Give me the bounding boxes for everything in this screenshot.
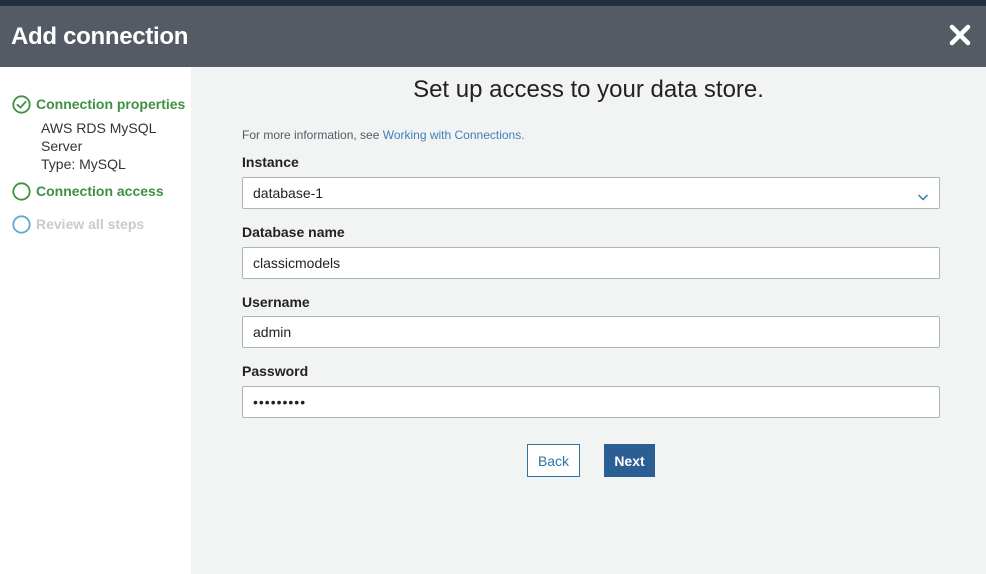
- step-details: AWS RDS MySQL Server Type: MySQL: [41, 119, 181, 173]
- steps-sidebar: Connection properties AWS RDS MySQL Serv…: [0, 67, 191, 574]
- info-prefix: For more information, see: [242, 128, 383, 142]
- circle-icon: [12, 215, 31, 234]
- page-title: Set up access to your data store.: [413, 76, 764, 103]
- working-with-connections-link[interactable]: Working with Connections.: [383, 128, 525, 142]
- step-detail-line: AWS RDS MySQL Server: [41, 120, 156, 154]
- step-label: Review all steps: [36, 216, 145, 232]
- step-label: Connection properties: [36, 96, 186, 112]
- database-name-value: classicmodels: [253, 255, 341, 271]
- next-button[interactable]: Next: [604, 444, 655, 477]
- step-review-all-steps[interactable]: Review all steps: [12, 215, 144, 234]
- close-icon[interactable]: [948, 23, 972, 47]
- password-value: •••••••••: [253, 394, 307, 410]
- username-label: Username: [242, 294, 310, 310]
- info-text: For more information, see Working with C…: [242, 128, 525, 142]
- username-input[interactable]: admin: [242, 316, 940, 348]
- instance-label: Instance: [242, 154, 299, 170]
- back-button[interactable]: Back: [527, 444, 580, 477]
- circle-icon: [12, 182, 31, 201]
- database-name-input[interactable]: classicmodels: [242, 247, 940, 279]
- chevron-down-icon: [917, 189, 929, 201]
- step-connection-access[interactable]: Connection access: [12, 182, 164, 201]
- password-label: Password: [242, 363, 309, 379]
- step-detail-line: Type: MySQL: [41, 156, 126, 172]
- check-circle-icon: [12, 95, 31, 114]
- database-name-label: Database name: [242, 224, 345, 240]
- username-value: admin: [253, 324, 292, 340]
- instance-value: database-1: [253, 185, 324, 201]
- password-input[interactable]: •••••••••: [242, 386, 940, 418]
- step-label: Connection access: [36, 183, 164, 199]
- instance-select[interactable]: database-1: [242, 177, 940, 209]
- main-panel: Set up access to your data store. For mo…: [191, 67, 986, 574]
- dialog-title: Add connection: [11, 22, 189, 50]
- dialog-header: Add connection: [0, 6, 986, 67]
- step-connection-properties[interactable]: Connection properties: [12, 95, 185, 114]
